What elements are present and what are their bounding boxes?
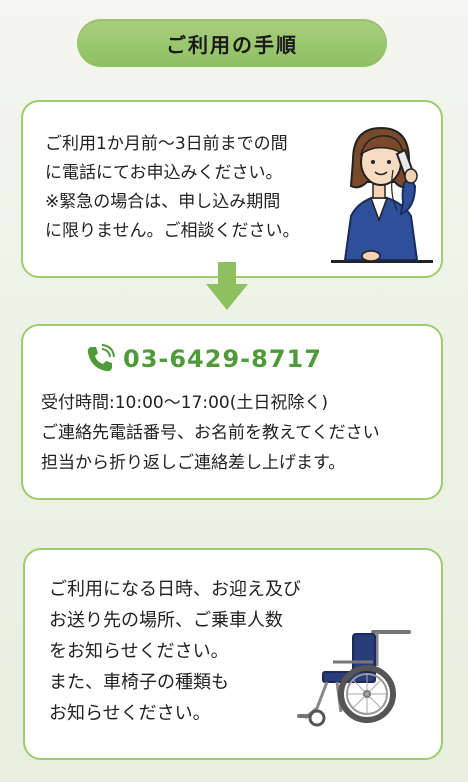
- step-2-card: 03-6429-8717 受付時間:10:00～17:00(土日祝除く) ご連絡…: [21, 324, 443, 500]
- step-3-card: ご利用になる日時、お迎え及び お送り先の場所、ご乗車人数 をお知らせください。 …: [23, 548, 443, 760]
- step-1-line: に電話にてお申込みください。: [45, 163, 283, 183]
- step-1-line: ご利用1か月前～3日前までの間: [45, 134, 288, 154]
- step-1-text: ご利用1か月前～3日前までの間 に電話にてお申込みください。 ※緊急の場合は、申…: [45, 130, 300, 246]
- phone-icon: [87, 344, 115, 372]
- step-2-line: 受付時間:10:00～17:00(土日祝除く): [41, 393, 328, 413]
- operator-illustration: [331, 126, 433, 263]
- page-title: ご利用の手順: [166, 32, 298, 57]
- step-1-line: ※緊急の場合は、申し込み期間: [45, 192, 281, 212]
- step-3-line: ご利用になる日時、お迎え及び: [49, 579, 301, 600]
- step-3-line: お知らせください。: [49, 703, 211, 724]
- step-2-line: ご連絡先電話番号、お名前を教えてください: [41, 423, 380, 443]
- title-banner: ご利用の手順: [77, 19, 387, 67]
- step-3-line: また、車椅子の種類も: [49, 672, 229, 693]
- step-1-card: ご利用1か月前～3日前までの間 に電話にてお申込みください。 ※緊急の場合は、申…: [21, 100, 443, 278]
- phone-number[interactable]: 03-6429-8717: [123, 345, 322, 373]
- step-3-line: をお知らせください。: [49, 641, 229, 662]
- phone-row: 03-6429-8717: [85, 344, 322, 374]
- step-3-text: ご利用になる日時、お迎え及び お送り先の場所、ご乗車人数 をお知らせください。 …: [49, 574, 301, 729]
- step-1-line: に限りません。ご相談ください。: [45, 221, 300, 241]
- wheelchair-illustration: [297, 630, 411, 727]
- step-2-text: 受付時間:10:00～17:00(土日祝除く) ご連絡先電話番号、お名前を教えて…: [41, 388, 380, 478]
- step-2-line: 担当から折り返しご連絡差し上げます。: [41, 453, 346, 473]
- down-arrow-icon: [206, 262, 248, 310]
- step-3-line: お送り先の場所、ご乗車人数: [49, 610, 283, 631]
